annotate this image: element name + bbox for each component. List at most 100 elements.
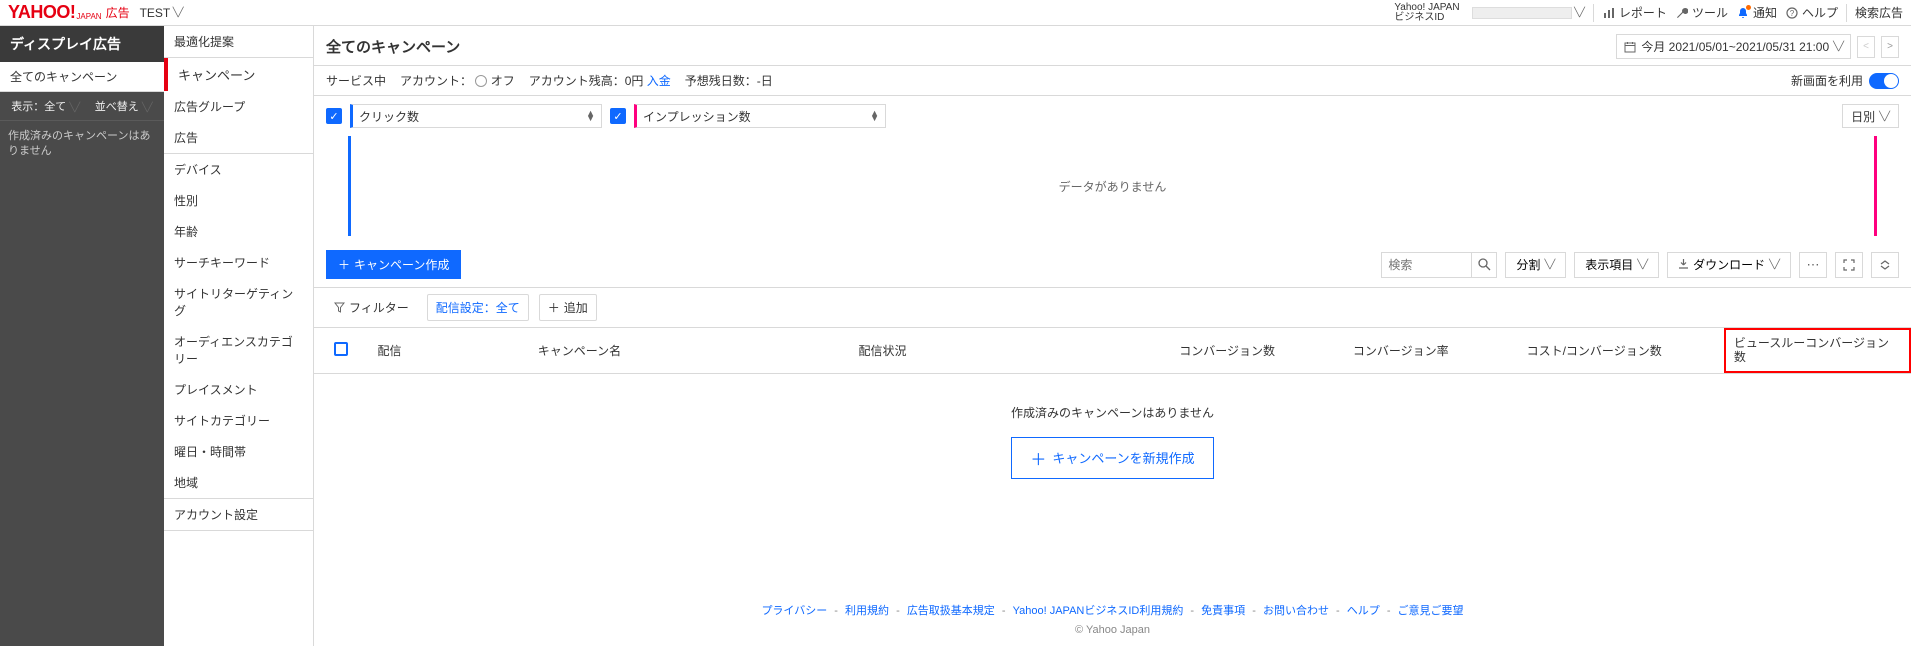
empty-message: 作成済みのキャンペーンはありません: [314, 404, 1911, 421]
off-label: オフ: [491, 74, 515, 88]
menu-item-dayhour[interactable]: 曜日・時間帯: [164, 436, 313, 467]
plus-icon: ＋: [338, 256, 350, 273]
account-switcher[interactable]: TEST ╲╱: [140, 6, 184, 20]
sidebar-empty-message: 作成済みのキャンペーンはありません: [0, 121, 164, 168]
footer-help[interactable]: ヘルプ: [1347, 605, 1380, 617]
more-button[interactable]: ⋯: [1799, 252, 1827, 278]
search-ad-label: 検索広告: [1855, 4, 1903, 21]
main-layout: ディスプレイ広告 全てのキャンペーン 表示：全て ╲╱ 並べ替え ╲╱ 作成済み…: [0, 26, 1911, 646]
logo-sub: JAPAN: [76, 12, 101, 21]
menu-item-age[interactable]: 年齢: [164, 216, 313, 247]
business-id-select[interactable]: ╲╱: [1468, 7, 1585, 19]
footer-bizid-terms[interactable]: Yahoo! JAPANビジネスID利用規約: [1013, 605, 1184, 617]
date-range-picker[interactable]: 今月 2021/05/01~2021/05/31 21:00 ╲╱: [1616, 34, 1851, 59]
toolbar: ＋ キャンペーン作成 分割 ╲╱ 表示項目 ╲╱: [314, 242, 1911, 287]
download-button[interactable]: ダウンロード ╲╱: [1667, 252, 1791, 278]
chevron-down-icon: ╲╱: [1572, 7, 1585, 18]
metric2-label: インプレッション数: [643, 108, 751, 125]
metric1-checkbox[interactable]: ✓: [326, 108, 342, 124]
logo-text: YAHOO!: [8, 2, 75, 22]
metric2-select[interactable]: インプレッション数 ▲▼: [634, 104, 886, 128]
col-campaign-name[interactable]: キャンペーン名: [528, 328, 849, 373]
menu-item-site-retargeting[interactable]: サイトリターゲティング: [164, 278, 313, 326]
search-button[interactable]: [1471, 252, 1497, 278]
menu-item-gender[interactable]: 性別: [164, 185, 313, 216]
report-link[interactable]: レポート: [1602, 4, 1667, 21]
footer-contact[interactable]: お問い合わせ: [1263, 605, 1329, 617]
col-view-through-conv[interactable]: ビュースルーコンバージョン数: [1724, 328, 1911, 373]
col-conversions[interactable]: コンバージョン数: [1169, 328, 1343, 373]
metric1-select[interactable]: クリック数 ▲▼: [350, 104, 602, 128]
menu-item-optimize[interactable]: 最適化提案: [164, 26, 313, 57]
menu-item-adgroup[interactable]: 広告グループ: [164, 91, 313, 122]
menu-item-site-category[interactable]: サイトカテゴリー: [164, 405, 313, 436]
footer-ad-policy[interactable]: 広告取扱基本規定: [907, 605, 995, 617]
metric-row: ✓ クリック数 ▲▼ ✓ インプレッション数 ▲▼ 日別 ╲╱: [314, 96, 1911, 136]
menu-item-ad[interactable]: 広告: [164, 122, 313, 153]
header-tools: 今月 2021/05/01~2021/05/31 21:00 ╲╱ < >: [1616, 34, 1899, 59]
filter-row: フィルター 配信設定：全て ＋ 追加: [314, 287, 1911, 328]
help-link[interactable]: ? ヘルプ: [1785, 4, 1838, 21]
date-next-button[interactable]: >: [1881, 36, 1899, 58]
balance: アカウント残高：0円 入金: [529, 72, 671, 89]
account-label: アカウント：: [400, 74, 472, 88]
service-status: サービス中: [326, 72, 386, 89]
date-prev-button[interactable]: <: [1857, 36, 1875, 58]
footer-sep: -: [1002, 605, 1006, 617]
col-cost-per-conv[interactable]: コスト/コンバージョン数: [1517, 328, 1724, 373]
footer-privacy[interactable]: プライバシー: [761, 605, 827, 617]
deposit-link[interactable]: 入金: [647, 74, 671, 88]
menu-item-device[interactable]: デバイス: [164, 154, 313, 185]
show-filter[interactable]: 表示：全て ╲╱: [11, 98, 80, 114]
sort-label: 並べ替え: [95, 101, 139, 113]
notice-link[interactable]: 通知: [1736, 4, 1777, 21]
page-title: 全てのキャンペーン: [326, 36, 460, 57]
report-label: レポート: [1619, 4, 1667, 21]
all-campaigns-item[interactable]: 全てのキャンペーン: [0, 62, 164, 92]
filter-label: フィルター: [349, 299, 409, 316]
menu-item-account-settings[interactable]: アカウント設定: [164, 499, 313, 530]
filter-button[interactable]: フィルター: [326, 295, 417, 320]
add-filter-button[interactable]: ＋ 追加: [539, 294, 597, 321]
granularity-select[interactable]: 日別 ╲╱: [1842, 104, 1899, 128]
expand-button[interactable]: [1835, 252, 1863, 278]
split-label: 分割: [1516, 256, 1540, 273]
menu-item-search-keyword[interactable]: サーチキーワード: [164, 247, 313, 278]
status-bar: サービス中 アカウント： オフ アカウント残高：0円 入金 予想残日数：-日 新…: [314, 66, 1911, 96]
help-label: ヘルプ: [1802, 4, 1838, 21]
col-conversion-rate[interactable]: コンバージョン率: [1343, 328, 1517, 373]
menu-item-placement[interactable]: プレイスメント: [164, 374, 313, 405]
col-delivery[interactable]: 配信: [367, 328, 527, 373]
create-campaign-ghost-button[interactable]: ＋ キャンペーンを新規作成: [1011, 437, 1213, 479]
campaign-table: 配信 キャンペーン名 配信状況 コンバージョン数 コンバージョン率 コスト/コン…: [314, 328, 1911, 374]
footer-disclaimer[interactable]: 免責事項: [1201, 605, 1245, 617]
search-ad-link[interactable]: 検索広告: [1855, 4, 1903, 21]
footer-feedback[interactable]: ご意見ご要望: [1398, 605, 1464, 617]
left-sidebar: ディスプレイ広告 全てのキャンペーン 表示：全て ╲╱ 並べ替え ╲╱ 作成済み…: [0, 26, 164, 646]
chevron-down-icon: ╲╱: [1833, 41, 1844, 52]
footer-terms[interactable]: 利用規約: [845, 605, 889, 617]
create-campaign-button[interactable]: ＋ キャンペーン作成: [326, 250, 461, 279]
delivery-filter[interactable]: 配信設定：全て: [427, 294, 529, 321]
remaining-days: 予想残日数：-日: [685, 72, 773, 89]
col-delivery-status[interactable]: 配信状況: [848, 328, 1169, 373]
chevron-down-icon: ╲╱: [1637, 259, 1648, 270]
metric2-checkbox[interactable]: ✓: [610, 108, 626, 124]
menu-item-audience-category[interactable]: オーディエンスカテゴリー: [164, 326, 313, 374]
footer-links: プライバシー - 利用規約 - 広告取扱基本規定 - Yahoo! JAPANビ…: [314, 602, 1911, 618]
search-input[interactable]: [1381, 252, 1471, 278]
sort-control[interactable]: 並べ替え ╲╱: [95, 98, 153, 114]
select-all-checkbox[interactable]: [334, 342, 348, 356]
nav-menu: 最適化提案 キャンペーン 広告グループ 広告 デバイス 性別 年齢 サーチキーワ…: [164, 26, 314, 646]
select-all-header: [314, 328, 367, 373]
metric-right: 日別 ╲╱: [1842, 104, 1899, 128]
tool-link[interactable]: ツール: [1675, 4, 1728, 21]
new-ui-toggle[interactable]: [1869, 73, 1899, 89]
menu-item-region[interactable]: 地域: [164, 467, 313, 498]
split-button[interactable]: 分割 ╲╱: [1505, 252, 1566, 278]
columns-button[interactable]: 表示項目 ╲╱: [1574, 252, 1659, 278]
table-empty-state: 作成済みのキャンペーンはありません ＋ キャンペーンを新規作成: [314, 374, 1911, 509]
collapse-button[interactable]: [1871, 252, 1899, 278]
show-filter-label: 表示：全て: [11, 101, 66, 113]
menu-item-campaign[interactable]: キャンペーン: [164, 58, 313, 91]
